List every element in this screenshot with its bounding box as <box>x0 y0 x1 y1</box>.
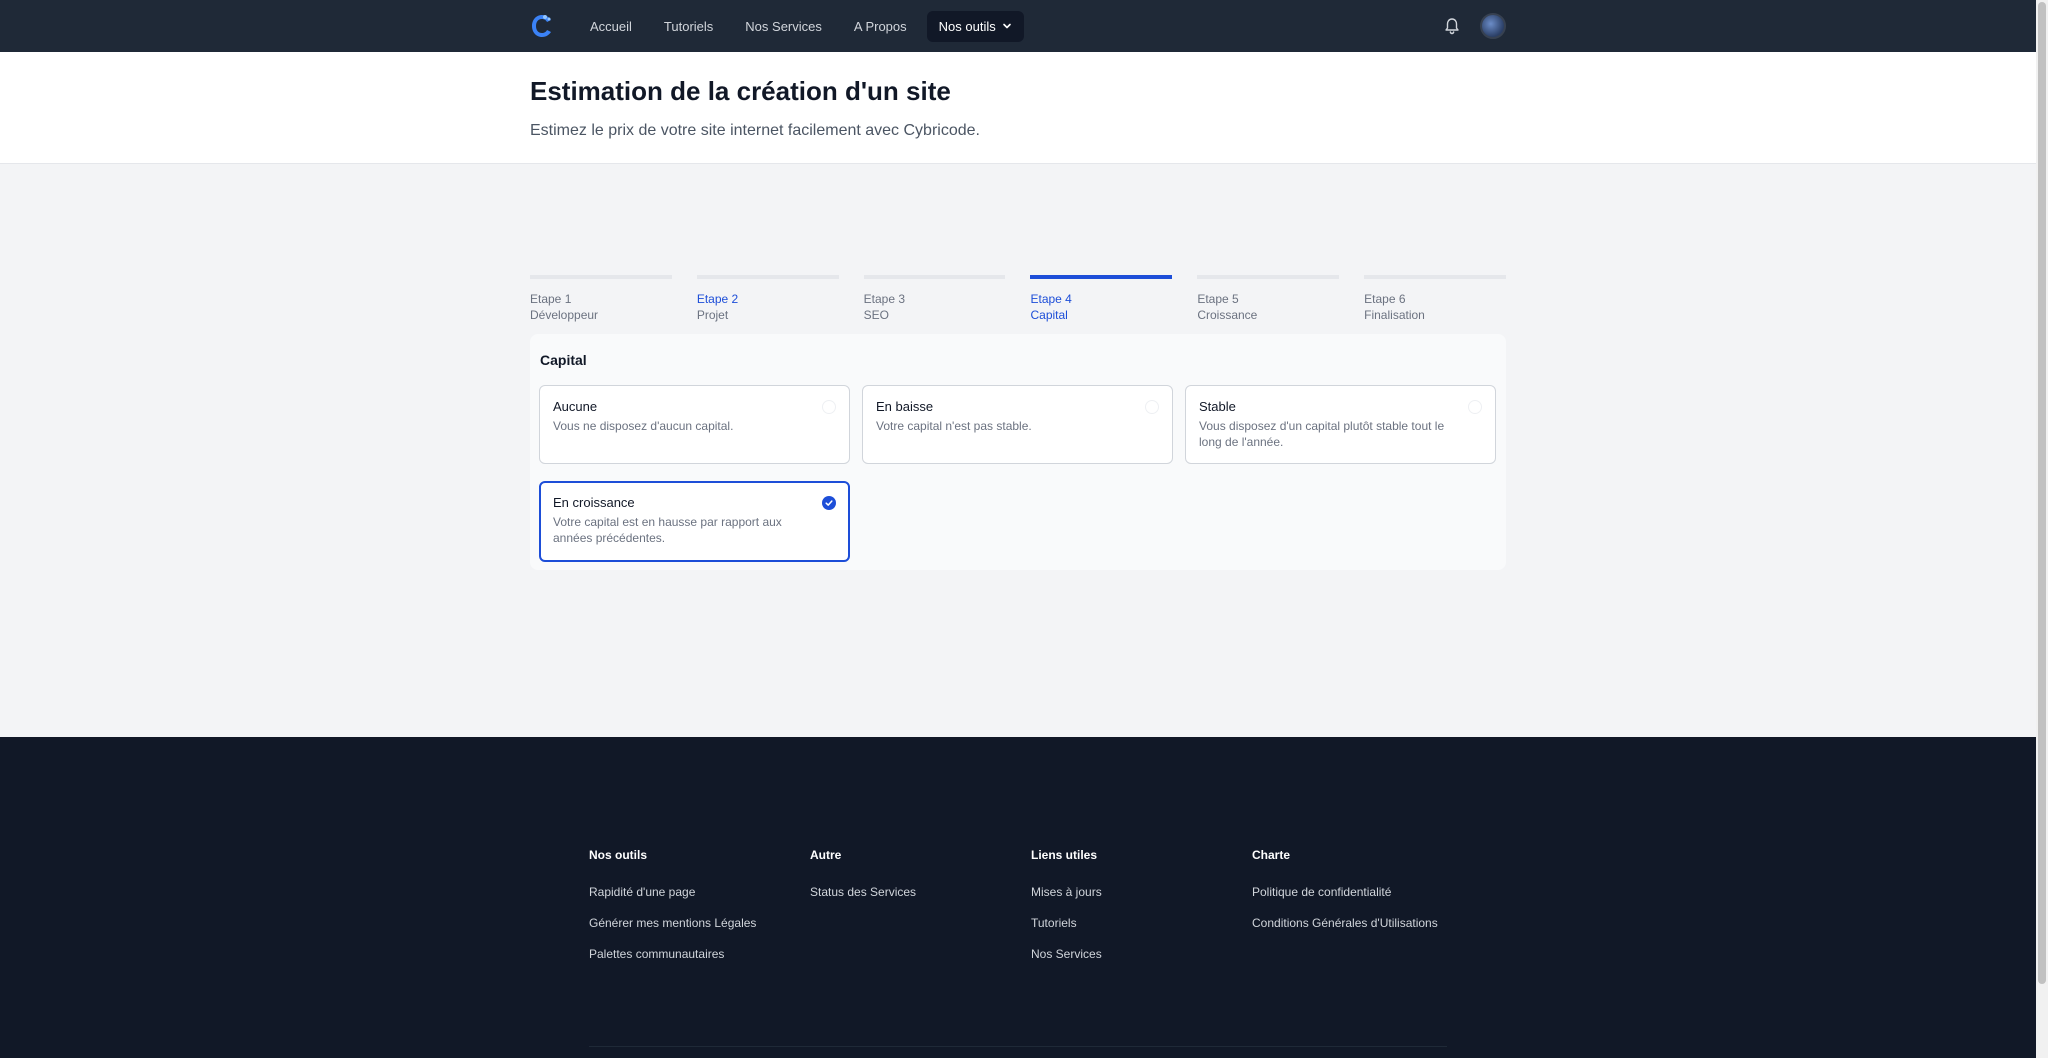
footer-column-nos-outils: Nos outils Rapidité d'une page Générer m… <box>589 848 789 978</box>
footer-heading: Liens utiles <box>1031 848 1098 862</box>
step-2[interactable]: Etape 2 Projet <box>696 275 839 325</box>
step-number: Etape 5 <box>1197 292 1239 306</box>
cybricode-logo-icon[interactable] <box>530 13 554 39</box>
option-title: Aucune <box>553 399 598 414</box>
step-name: Projet <box>696 308 729 322</box>
footer-link[interactable]: Nos Services <box>1031 947 1231 961</box>
nav-right-group <box>1442 13 1506 39</box>
step-6[interactable]: Etape 6 Finalisation <box>1364 275 1506 325</box>
footer-column-autre: Autre Status des Services <box>810 848 1010 916</box>
footer-link[interactable]: Palettes communautaires <box>589 947 789 961</box>
step-3[interactable]: Etape 3 SEO <box>863 275 1006 325</box>
footer-column-liens-utiles: Liens utiles Mises à jours Tutoriels Nos… <box>1031 848 1231 978</box>
step-name: Développeur <box>530 308 599 322</box>
step-name: SEO <box>863 308 889 322</box>
nav-link-tutoriels[interactable]: Tutoriels <box>652 11 725 42</box>
nav-dropdown-label: Nos outils <box>938 18 996 34</box>
footer-link[interactable]: Conditions Générales d'Utilisations <box>1252 916 1452 930</box>
option-description: Votre capital n'est pas stable. <box>876 419 1032 433</box>
footer-link[interactable]: Rapidité d'une page <box>589 885 789 899</box>
capital-panel: Capital Aucune Vous ne disposez d'aucun … <box>530 334 1506 570</box>
footer-heading: Autre <box>810 848 842 862</box>
nav-link-a-propos[interactable]: A Propos <box>842 11 919 42</box>
user-avatar[interactable] <box>1480 13 1506 39</box>
footer-column-charte: Charte Politique de confidentialité Cond… <box>1252 848 1452 947</box>
step-number: Etape 1 <box>530 292 572 306</box>
option-en-baisse[interactable]: En baisse Votre capital n'est pas stable… <box>862 385 1173 464</box>
footer: Nos outils Rapidité d'une page Générer m… <box>0 737 2036 1058</box>
page-title: Estimation de la création d'un site <box>530 76 951 106</box>
step-number: Etape 6 <box>1364 292 1406 306</box>
radio-unchecked-icon[interactable] <box>1468 400 1482 414</box>
nav-link-nos-services[interactable]: Nos Services <box>733 11 834 42</box>
option-stable[interactable]: Stable Vous disposez d'un capital plutôt… <box>1185 385 1496 464</box>
top-navbar: Accueil Tutoriels Nos Services A Propos … <box>0 0 2036 52</box>
option-en-croissance[interactable]: En croissance Votre capital est en hauss… <box>539 481 850 562</box>
nav-dropdown-nos-outils[interactable]: Nos outils <box>926 10 1024 42</box>
bell-icon[interactable] <box>1442 16 1462 36</box>
option-description: Vous ne disposez d'aucun capital. <box>553 419 734 433</box>
footer-link[interactable]: Mises à jours <box>1031 885 1231 899</box>
radio-unchecked-icon[interactable] <box>822 400 836 414</box>
chevron-down-icon <box>1002 23 1011 29</box>
step-1[interactable]: Etape 1 Développeur <box>530 275 672 325</box>
footer-link[interactable]: Générer mes mentions Légales <box>589 916 789 930</box>
step-number: Etape 4 <box>1030 292 1072 306</box>
option-description: Votre capital est en hausse par rapport … <box>553 515 782 545</box>
option-description: Vous disposez d'un capital plutôt stable… <box>1199 419 1445 449</box>
option-title: En croissance <box>553 495 635 510</box>
footer-divider <box>589 1046 1447 1047</box>
navbar-inner: Accueil Tutoriels Nos Services A Propos … <box>530 0 1506 52</box>
scrollbar-thumb[interactable] <box>2038 2 2046 984</box>
option-aucune[interactable]: Aucune Vous ne disposez d'aucun capital. <box>539 385 850 464</box>
step-name: Croissance <box>1197 308 1258 322</box>
footer-heading: Nos outils <box>589 848 648 862</box>
radio-unchecked-icon[interactable] <box>1145 400 1159 414</box>
check-circle-icon[interactable] <box>822 496 836 510</box>
step-number: Etape 3 <box>863 292 906 306</box>
step-name: Capital <box>1030 308 1068 322</box>
footer-heading: Charte <box>1252 848 1291 862</box>
step-number: Etape 2 <box>696 292 739 306</box>
footer-link[interactable]: Status des Services <box>810 885 1010 899</box>
vertical-scrollbar[interactable] <box>2036 0 2048 1058</box>
option-title: Stable <box>1199 399 1236 414</box>
footer-link[interactable]: Politique de confidentialité <box>1252 885 1452 899</box>
stepper: Etape 1 Développeur Etape 2 Projet Etape… <box>530 275 1506 325</box>
panel-title: Capital <box>540 352 587 368</box>
step-4-current[interactable]: Etape 4 Capital <box>1030 275 1173 325</box>
nav-link-accueil[interactable]: Accueil <box>578 11 644 42</box>
step-5[interactable]: Etape 5 Croissance <box>1197 275 1340 325</box>
page-header: Estimation de la création d'un site Esti… <box>0 52 2036 164</box>
option-title: En baisse <box>876 399 934 414</box>
step-name: Finalisation <box>1364 308 1425 322</box>
page-subtitle: Estimez le prix de votre site internet f… <box>530 122 980 139</box>
footer-link[interactable]: Tutoriels <box>1031 916 1231 930</box>
